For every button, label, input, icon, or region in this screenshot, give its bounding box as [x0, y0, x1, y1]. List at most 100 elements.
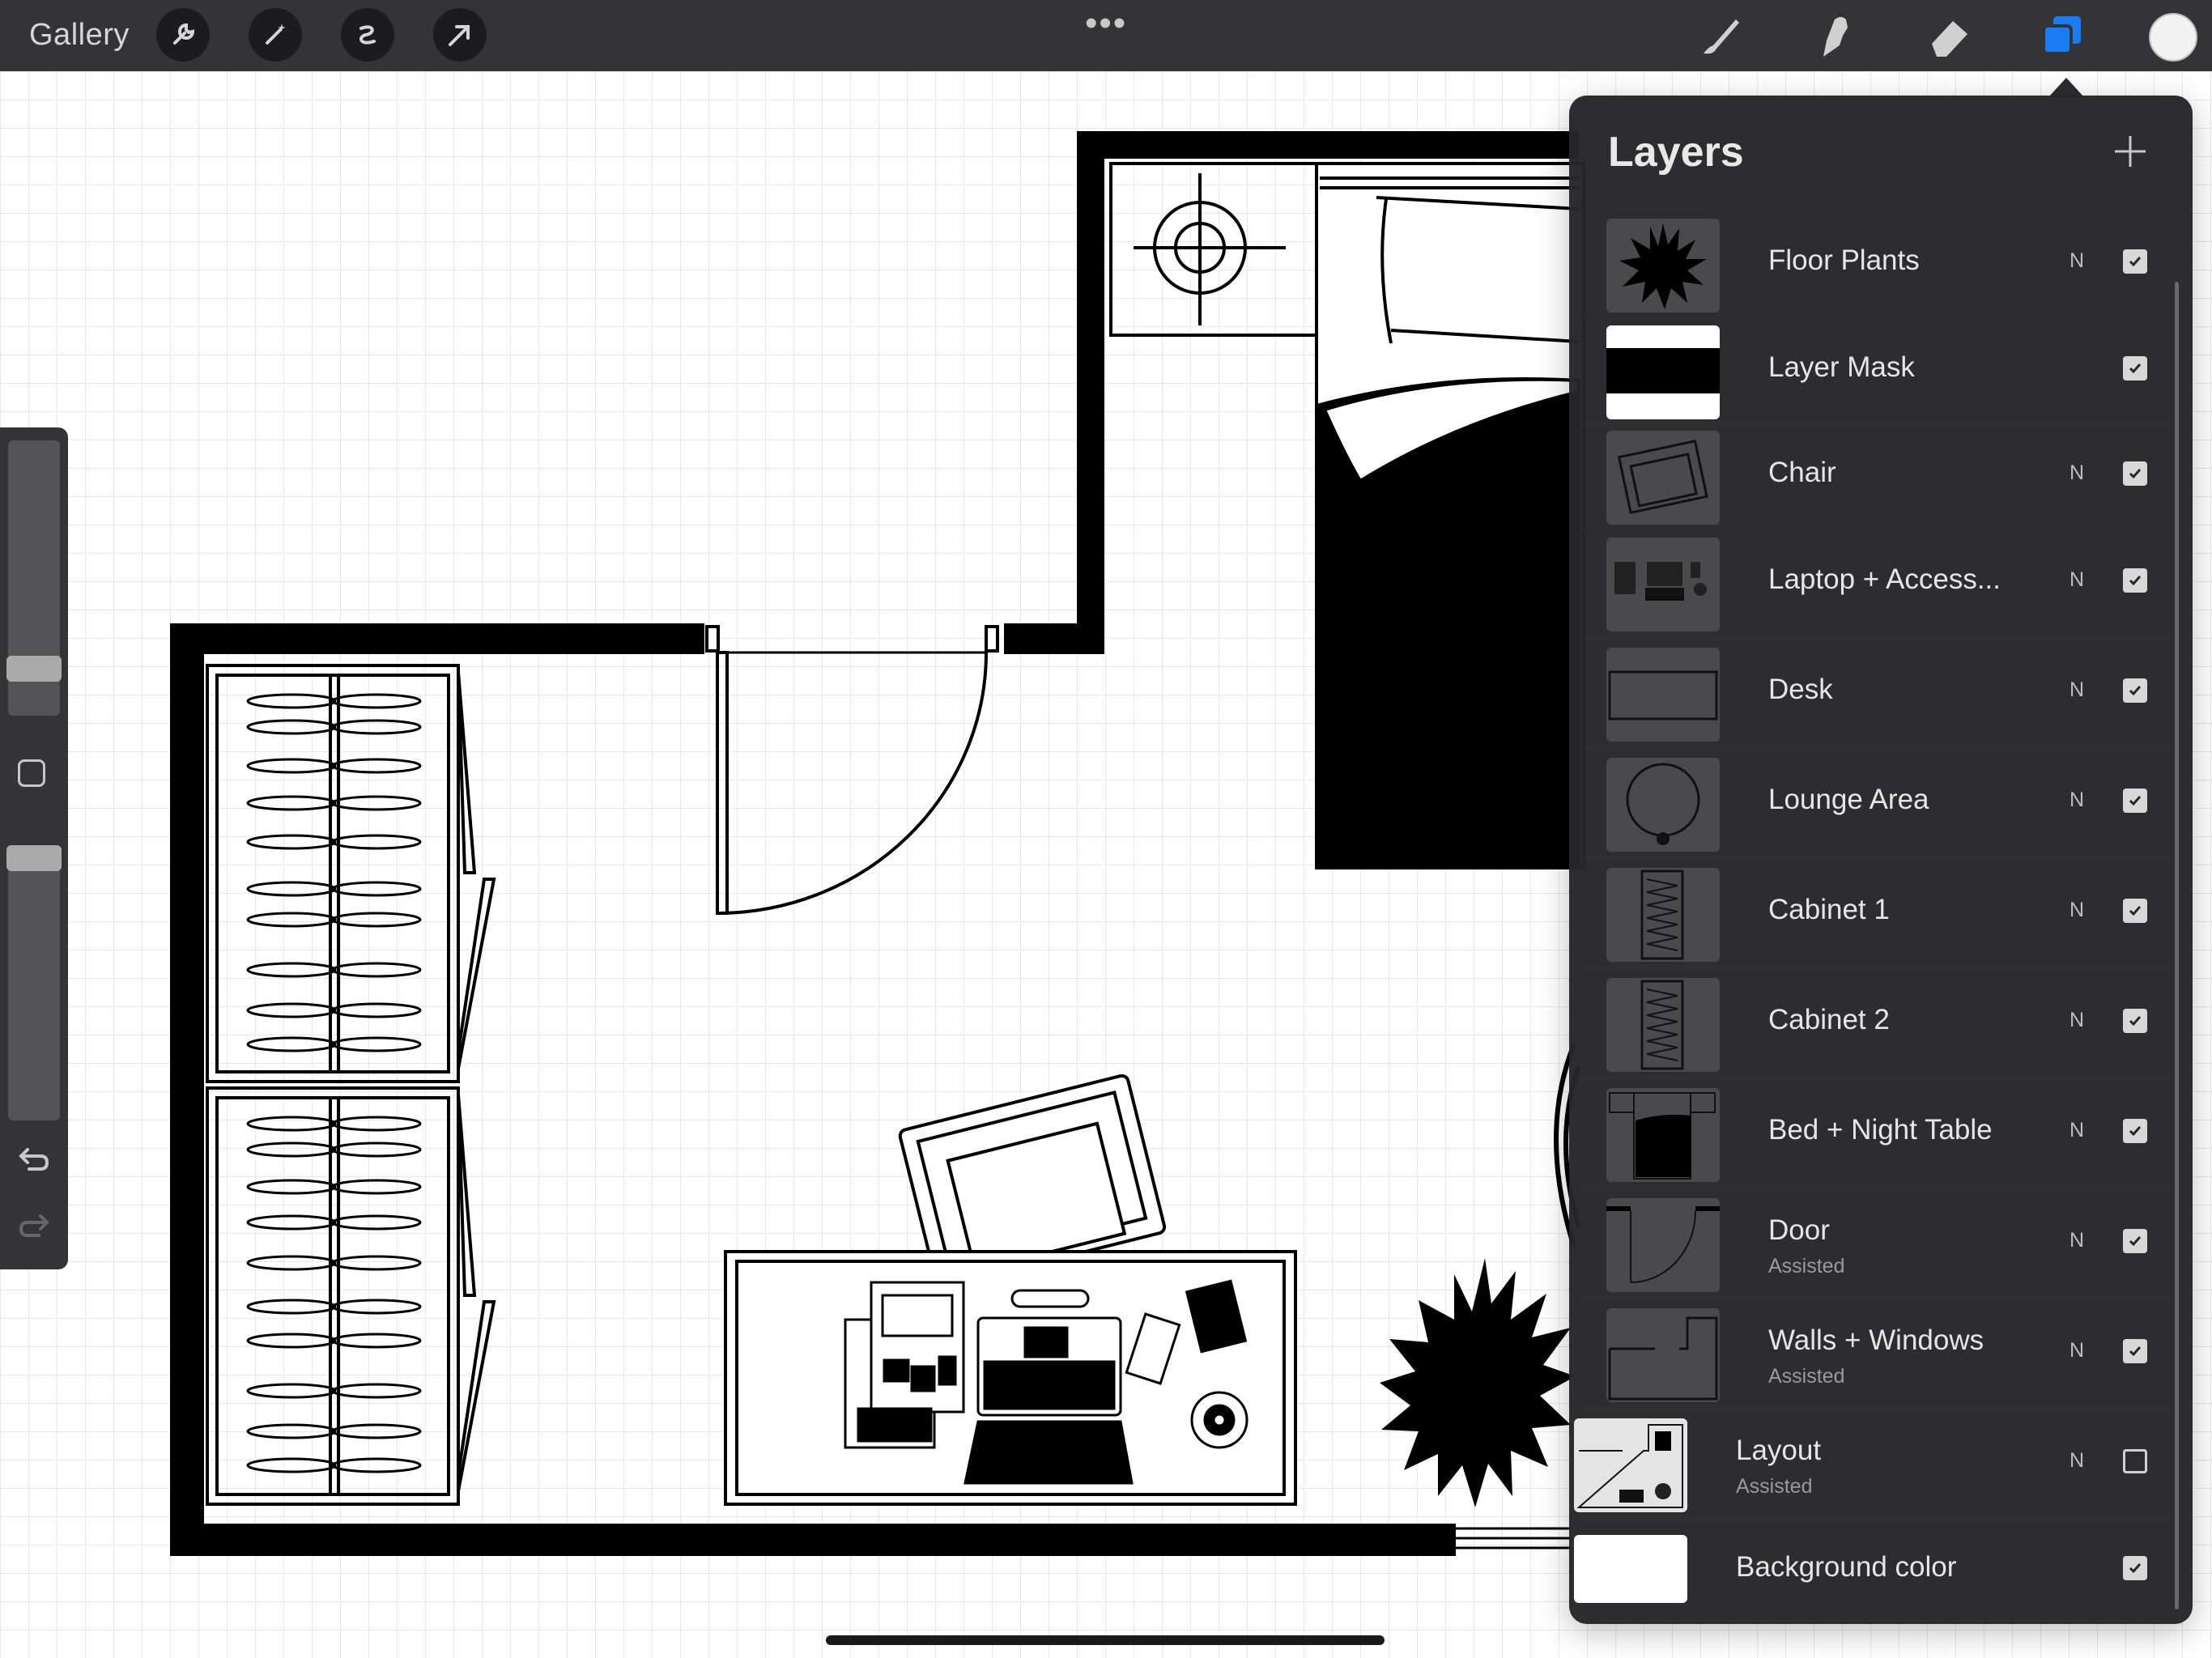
blend-mode-button[interactable]: N: [2069, 1449, 2084, 1473]
layer-thumbnail: [1606, 1198, 1720, 1292]
checkmark-icon: [2129, 686, 2142, 696]
layer-subtitle: Assisted: [1768, 1255, 1845, 1278]
bed: [1314, 162, 1585, 869]
redo-icon[interactable]: [16, 1209, 52, 1242]
layer-row-lounge-area[interactable]: Lounge Area N: [1579, 750, 2173, 858]
magic-wand-icon: [266, 23, 286, 45]
checkmark-icon: [2129, 576, 2142, 586]
eraser-button[interactable]: [1921, 8, 1977, 65]
selection-icon: [359, 25, 376, 45]
left-sidebar: [0, 427, 68, 1269]
blend-mode-button[interactable]: N: [2069, 1229, 2084, 1252]
layer-name: Background color: [1736, 1551, 1957, 1583]
undo-icon[interactable]: [16, 1143, 52, 1175]
home-indicator[interactable]: [826, 1635, 1385, 1645]
add-layer-button[interactable]: [2110, 131, 2150, 172]
floor-plant: [1380, 1258, 1576, 1507]
layer-thumbnail: [1606, 325, 1720, 419]
layer-name: Cabinet 2: [1768, 1004, 1890, 1035]
layer-thumbnail: [1606, 1088, 1720, 1182]
layer-thumbnail: [1606, 1308, 1720, 1402]
layer-thumbnail: [1606, 219, 1720, 312]
door: [705, 625, 999, 915]
checkmark-icon: [2129, 1016, 2142, 1027]
checkmark-icon: [2129, 363, 2142, 374]
layer-row-cabinet-2[interactable]: Cabinet 2 N: [1579, 970, 2173, 1078]
layer-subtitle: Assisted: [1768, 1365, 1845, 1388]
layer-visibility-checkbox[interactable]: [2123, 789, 2147, 813]
blend-mode-button[interactable]: N: [2069, 249, 2084, 273]
layer-thumbnail: [1606, 868, 1720, 962]
layer-visibility-checkbox[interactable]: [2123, 899, 2147, 923]
layer-subtitle: Assisted: [1736, 1475, 1813, 1498]
brush-button[interactable]: [1692, 8, 1749, 65]
layer-row-door[interactable]: Door Assisted N: [1579, 1190, 2173, 1299]
layer-thumbnail: [1606, 758, 1720, 852]
opacity-thumb[interactable]: [6, 845, 62, 871]
blend-mode-button[interactable]: N: [2069, 461, 2084, 485]
layer-visibility-checkbox[interactable]: [2123, 1556, 2147, 1580]
layers-title: Layers: [1608, 129, 1744, 176]
layer-name: Chair: [1768, 457, 1836, 488]
night-table: [1109, 162, 1318, 337]
layers-panel-pointer: [2048, 78, 2084, 97]
blend-mode-button[interactable]: N: [2069, 899, 2084, 922]
eraser-icon: [1932, 21, 1967, 57]
layer-name: Walls + Windows: [1768, 1324, 1984, 1356]
layer-thumbnail: [1606, 538, 1720, 631]
layer-thumbnail: [1574, 1535, 1687, 1603]
adjustments-button[interactable]: [249, 8, 302, 62]
actions-button[interactable]: [156, 8, 210, 62]
layer-visibility-checkbox[interactable]: [2123, 678, 2147, 703]
smudge-icon: [1823, 17, 1848, 57]
layer-name: Lounge Area: [1768, 784, 1929, 815]
selection-button[interactable]: [341, 8, 394, 62]
layers-button[interactable]: [2032, 8, 2089, 65]
transform-button[interactable]: [433, 8, 487, 62]
blend-mode-button[interactable]: N: [2069, 1339, 2084, 1363]
layer-visibility-checkbox[interactable]: [2123, 1449, 2147, 1473]
layer-visibility-checkbox[interactable]: [2123, 249, 2147, 274]
checkmark-icon: [2129, 906, 2142, 916]
layer-row-laptop-accessories[interactable]: Laptop + Access... N: [1579, 529, 2173, 638]
blend-mode-button[interactable]: N: [2069, 678, 2084, 702]
layer-row-cabinet-1[interactable]: Cabinet 1 N: [1579, 860, 2173, 968]
layer-row-chair[interactable]: Chair N: [1579, 423, 2173, 531]
layer-row-walls-windows[interactable]: Walls + Windows Assisted N: [1579, 1300, 2173, 1409]
brush-icon: [1704, 19, 1739, 54]
layer-visibility-checkbox[interactable]: [2123, 1119, 2147, 1143]
blend-mode-button[interactable]: N: [2069, 568, 2084, 592]
gallery-button[interactable]: Gallery: [29, 18, 130, 53]
layer-name: Floor Plants: [1768, 244, 1920, 276]
layer-row-floor-plants[interactable]: Floor Plants N: [1579, 210, 2173, 319]
layers-panel: Layers Floor Plants N Layer Mask Chair N…: [1569, 96, 2193, 1624]
modify-button[interactable]: [18, 759, 45, 787]
checkmark-icon: [2129, 1346, 2142, 1357]
blend-mode-button[interactable]: N: [2069, 1009, 2084, 1032]
more-options-button[interactable]: •••: [1085, 3, 1127, 44]
layer-visibility-checkbox[interactable]: [2123, 568, 2147, 593]
layer-thumbnail: [1574, 1418, 1687, 1512]
layers-scrollbar[interactable]: [2175, 282, 2179, 1609]
transform-arrow-icon: [449, 25, 470, 46]
blend-mode-button[interactable]: N: [2069, 1119, 2084, 1142]
opacity-slider[interactable]: [8, 848, 60, 1120]
layer-visibility-checkbox[interactable]: [2123, 356, 2147, 380]
layer-visibility-checkbox[interactable]: [2123, 1339, 2147, 1363]
blend-mode-button[interactable]: N: [2069, 789, 2084, 812]
color-picker-button[interactable]: [2149, 13, 2197, 62]
layer-name: Cabinet 1: [1768, 894, 1890, 925]
layer-row-desk[interactable]: Desk N: [1579, 640, 2173, 748]
layer-visibility-checkbox[interactable]: [2123, 1229, 2147, 1253]
layer-row-layout[interactable]: Layout Assisted N: [1574, 1410, 2173, 1519]
layer-visibility-checkbox[interactable]: [2123, 461, 2147, 486]
layer-row-bed-night-table[interactable]: Bed + Night Table N: [1579, 1080, 2173, 1188]
brush-size-thumb[interactable]: [6, 656, 62, 682]
layer-row-background-color[interactable]: Background color: [1574, 1517, 2173, 1626]
checkmark-icon: [2129, 1563, 2142, 1574]
checkmark-icon: [2129, 796, 2142, 806]
layer-visibility-checkbox[interactable]: [2123, 1009, 2147, 1033]
layer-name: Layout: [1736, 1435, 1822, 1466]
smudge-button[interactable]: [1807, 8, 1864, 65]
layer-row-layer-mask[interactable]: Layer Mask: [1579, 317, 2173, 426]
